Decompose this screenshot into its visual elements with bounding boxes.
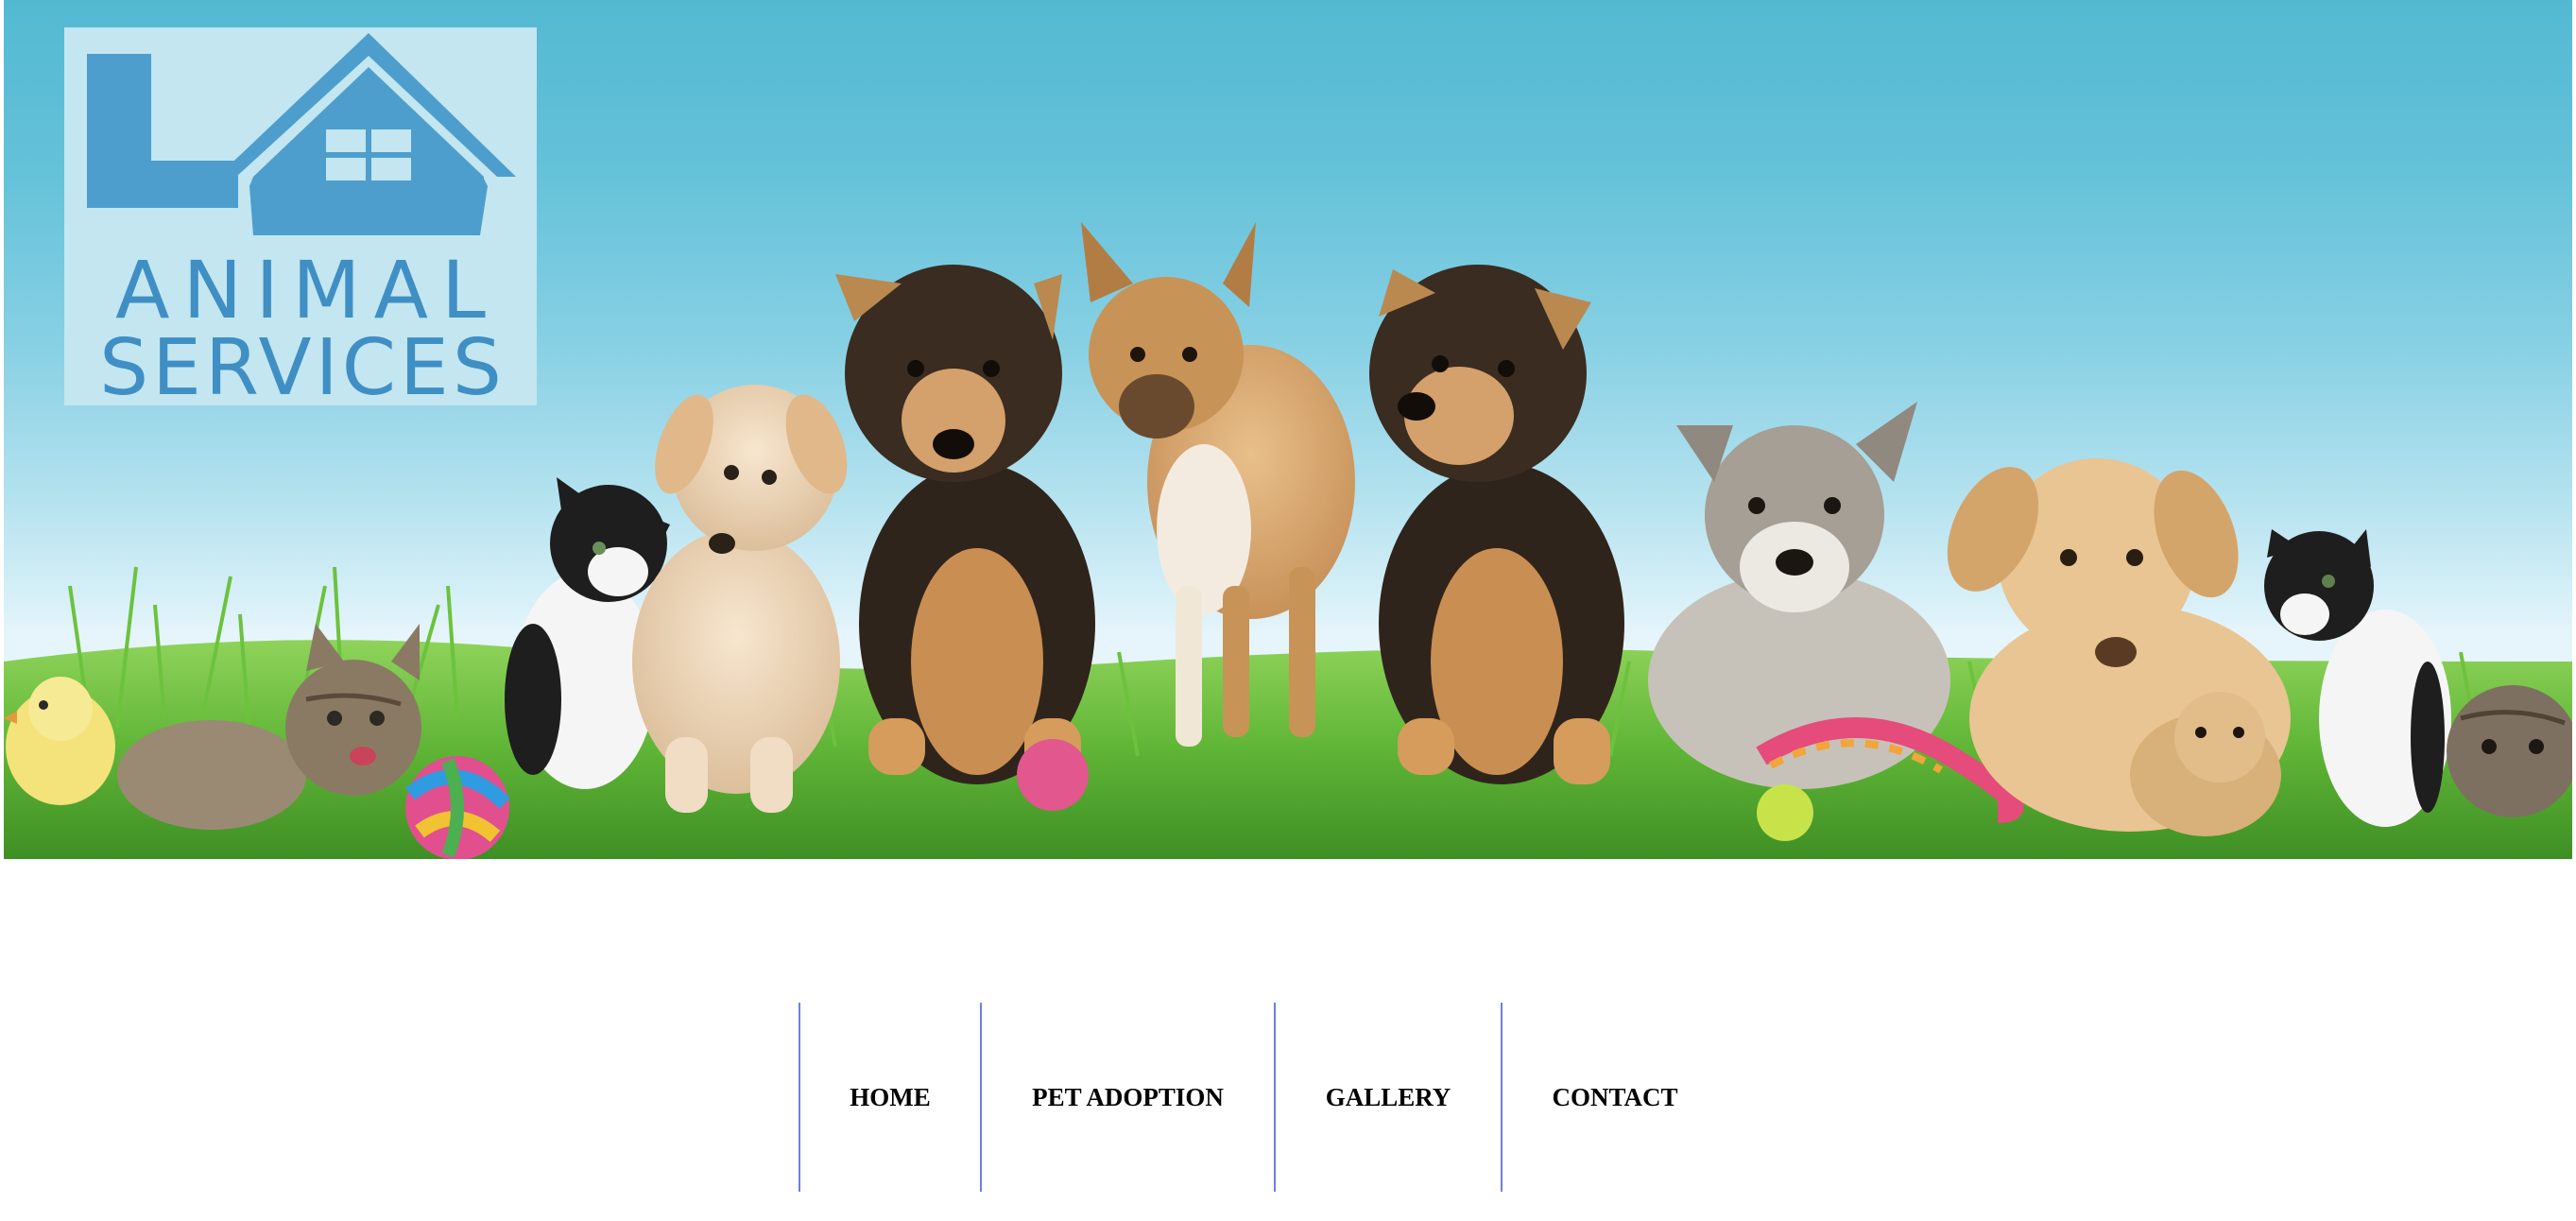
shepherd-puppy-2 bbox=[1369, 265, 1624, 784]
toy-ball bbox=[405, 756, 510, 859]
nav-home[interactable]: HOME bbox=[799, 1003, 980, 1192]
main-nav: HOME PET ADOPTION GALLERY CONTACT bbox=[799, 1003, 1727, 1192]
logo-text-line2: SERVICES bbox=[99, 323, 506, 413]
nav-contact[interactable]: CONTACT bbox=[1501, 1003, 1727, 1192]
nav-gallery[interactable]: GALLERY bbox=[1274, 1003, 1501, 1192]
pink-ball bbox=[1017, 739, 1089, 811]
logo-text-line1: ANIMAL bbox=[115, 244, 499, 336]
page: ANIMAL SERVICES HOME PET ADOPTION GALLER… bbox=[0, 0, 2576, 1221]
site-logo[interactable]: ANIMAL SERVICES bbox=[64, 27, 537, 413]
nav-pet-adoption[interactable]: PET ADOPTION bbox=[980, 1003, 1274, 1192]
